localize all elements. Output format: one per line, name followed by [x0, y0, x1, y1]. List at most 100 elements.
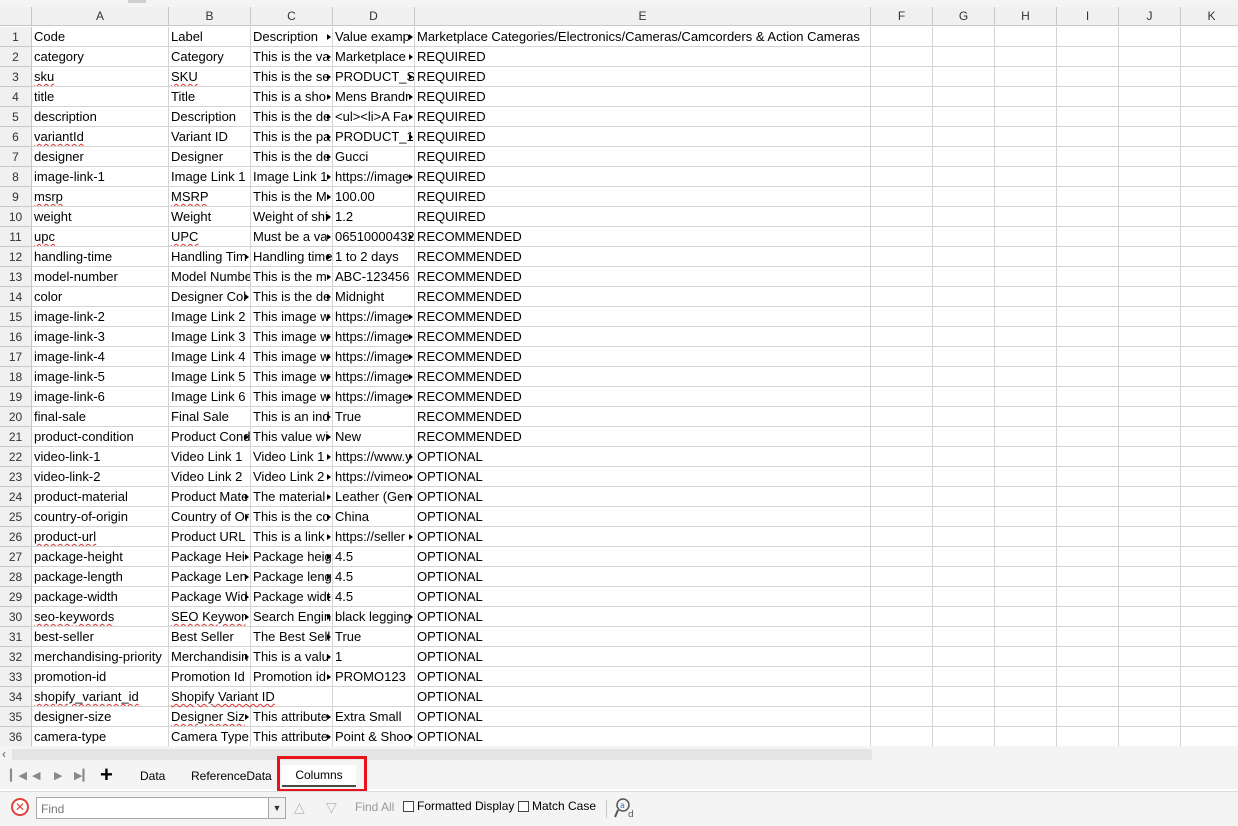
cell-h[interactable]	[995, 607, 1057, 627]
cell-a[interactable]: image-link-4	[32, 347, 169, 367]
cell-k[interactable]	[1181, 387, 1238, 407]
cell-c[interactable]: This image w	[251, 387, 333, 407]
cell-d[interactable]: https://seller	[333, 527, 415, 547]
cell-g[interactable]	[933, 267, 995, 287]
cell-i[interactable]	[1057, 407, 1119, 427]
cell-h[interactable]	[995, 407, 1057, 427]
row-header[interactable]: 7	[0, 147, 32, 167]
horizontal-scrollbar[interactable]: ‹	[0, 746, 1238, 763]
cell-h[interactable]	[995, 27, 1057, 47]
cell-h[interactable]	[995, 467, 1057, 487]
cell-b[interactable]: Product Mate	[169, 487, 251, 507]
cell-g[interactable]	[933, 687, 995, 707]
cell-d[interactable]	[333, 687, 415, 707]
cell-g[interactable]	[933, 647, 995, 667]
column-header-c[interactable]: C	[251, 7, 333, 26]
row-header[interactable]: 20	[0, 407, 32, 427]
cell-k[interactable]	[1181, 727, 1238, 746]
cell-k[interactable]	[1181, 247, 1238, 267]
cell-a[interactable]: title	[32, 87, 169, 107]
cell-h[interactable]	[995, 127, 1057, 147]
cell-j[interactable]	[1119, 267, 1181, 287]
cell-d[interactable]: https://image	[333, 327, 415, 347]
column-header-b[interactable]: B	[169, 7, 251, 26]
cell-e[interactable]: OPTIONAL	[415, 547, 871, 567]
cell-j[interactable]	[1119, 527, 1181, 547]
cell-j[interactable]	[1119, 467, 1181, 487]
cell-k[interactable]	[1181, 207, 1238, 227]
cell-d[interactable]: 4.5	[333, 547, 415, 567]
cell-c[interactable]: This is an ind	[251, 407, 333, 427]
next-sheet-icon[interactable]: ▶	[54, 767, 62, 785]
cell-j[interactable]	[1119, 187, 1181, 207]
row-header[interactable]: 23	[0, 467, 32, 487]
cell-g[interactable]	[933, 307, 995, 327]
cell-b[interactable]: Video Link 2	[169, 467, 251, 487]
row-header[interactable]: 14	[0, 287, 32, 307]
cell-b[interactable]: SKU	[169, 67, 251, 87]
cell-e[interactable]: RECOMMENDED	[415, 267, 871, 287]
cell-d[interactable]: PRODUCT_S	[333, 67, 415, 87]
cell-i[interactable]	[1057, 47, 1119, 67]
column-header-i[interactable]: I	[1057, 7, 1119, 26]
cell-c[interactable]: This is the de	[251, 287, 333, 307]
row-header[interactable]: 30	[0, 607, 32, 627]
cell-c[interactable]: Image Link 1	[251, 167, 333, 187]
cell-i[interactable]	[1057, 87, 1119, 107]
cell-c[interactable]: This attribute	[251, 727, 333, 746]
cell-g[interactable]	[933, 607, 995, 627]
cell-i[interactable]	[1057, 467, 1119, 487]
cell-d[interactable]: https://vimeo	[333, 467, 415, 487]
cell-h[interactable]	[995, 507, 1057, 527]
cell-a[interactable]: package-height	[32, 547, 169, 567]
last-sheet-icon[interactable]: ▶▎	[74, 767, 91, 785]
cell-c[interactable]: This is the se	[251, 67, 333, 87]
cell-h[interactable]	[995, 627, 1057, 647]
cell-h[interactable]	[995, 567, 1057, 587]
row-header[interactable]: 3	[0, 67, 32, 87]
cell-i[interactable]	[1057, 487, 1119, 507]
cell-i[interactable]	[1057, 587, 1119, 607]
cell-d[interactable]: Leather (Gen	[333, 487, 415, 507]
cell-h[interactable]	[995, 307, 1057, 327]
cell-i[interactable]	[1057, 207, 1119, 227]
cell-f[interactable]	[871, 87, 933, 107]
cell-c[interactable]: This is the co	[251, 507, 333, 527]
cell-e[interactable]: OPTIONAL	[415, 507, 871, 527]
cell-a[interactable]: color	[32, 287, 169, 307]
column-header-a[interactable]: A	[32, 7, 169, 26]
cell-f[interactable]	[871, 187, 933, 207]
cell-g[interactable]	[933, 147, 995, 167]
cell-h[interactable]	[995, 727, 1057, 746]
cell-h[interactable]	[995, 247, 1057, 267]
cell-k[interactable]	[1181, 327, 1238, 347]
cell-c[interactable]: This is a sho	[251, 87, 333, 107]
cell-f[interactable]	[871, 167, 933, 187]
cell-j[interactable]	[1119, 487, 1181, 507]
cell-f[interactable]	[871, 367, 933, 387]
cell-e[interactable]: REQUIRED	[415, 127, 871, 147]
cell-d[interactable]: Extra Small	[333, 707, 415, 727]
cell-a[interactable]: image-link-1	[32, 167, 169, 187]
row-header[interactable]: 4	[0, 87, 32, 107]
cell-h[interactable]	[995, 227, 1057, 247]
cell-d[interactable]: Point & Shoo	[333, 727, 415, 746]
cell-j[interactable]	[1119, 587, 1181, 607]
cell-j[interactable]	[1119, 447, 1181, 467]
cell-f[interactable]	[871, 467, 933, 487]
cell-f[interactable]	[871, 587, 933, 607]
cell-k[interactable]	[1181, 527, 1238, 547]
cell-f[interactable]	[871, 667, 933, 687]
cell-b[interactable]: MSRP	[169, 187, 251, 207]
cell-e[interactable]: RECOMMENDED	[415, 227, 871, 247]
cell-f[interactable]	[871, 207, 933, 227]
cell-k[interactable]	[1181, 67, 1238, 87]
column-header-h[interactable]: H	[995, 7, 1057, 26]
row-header[interactable]: 28	[0, 567, 32, 587]
cell-h[interactable]	[995, 527, 1057, 547]
cell-a[interactable]: variantId	[32, 127, 169, 147]
row-header[interactable]: 10	[0, 207, 32, 227]
cell-i[interactable]	[1057, 227, 1119, 247]
cell-g[interactable]	[933, 527, 995, 547]
cell-h[interactable]	[995, 687, 1057, 707]
